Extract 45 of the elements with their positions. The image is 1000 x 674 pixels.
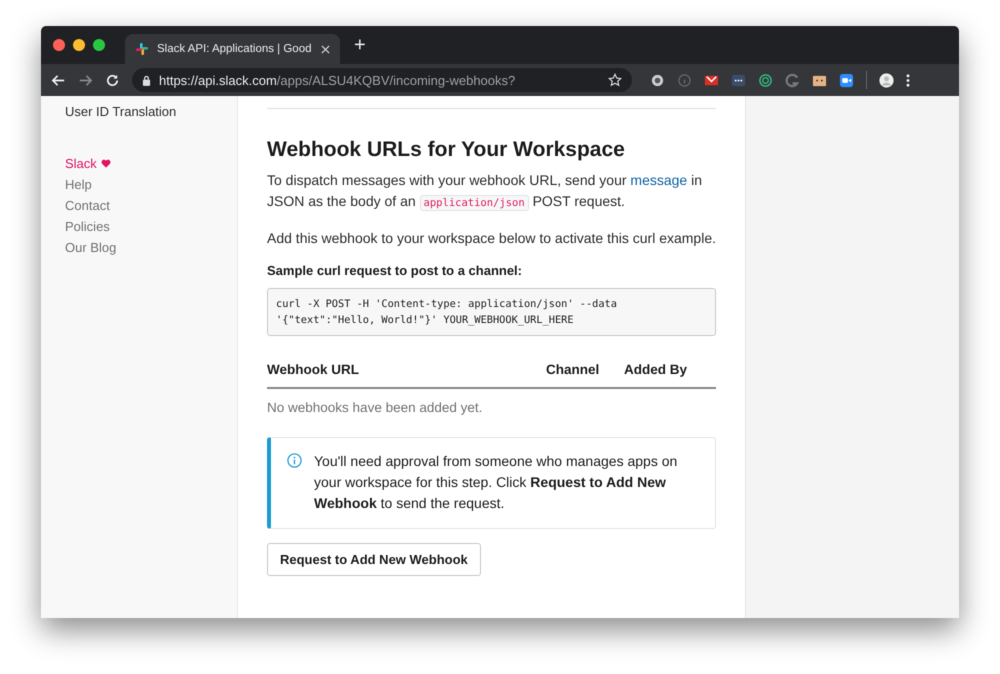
column-header: Added By	[624, 362, 688, 377]
bookmark-star-icon[interactable]	[608, 73, 622, 87]
sidebar-link[interactable]: Policies	[65, 216, 237, 237]
inline-code: application/json	[420, 195, 529, 211]
slack-link[interactable]: Slack	[65, 153, 237, 174]
column-header: Webhook URL	[267, 362, 360, 377]
code-line: '{"text":"Hello, World!"}' YOUR_WEBHOOK_URL_HERE	[276, 313, 575, 328]
column-header: Channel	[546, 362, 600, 377]
section-heading: Webhook URLs for Your Workspace	[267, 138, 626, 162]
menu-icon[interactable]	[906, 72, 910, 88]
browser-tab[interactable]: Slack API: Applications | Good	[125, 34, 340, 64]
slack-logo-icon	[135, 42, 149, 56]
url-host: https://api.slack.com	[159, 72, 277, 88]
maximize-window-button[interactable]	[93, 39, 105, 51]
close-tab-icon[interactable]	[321, 44, 330, 54]
info-text: You'll need approval from someone who manages apps on your workspace for this step. Click Request to Add New Webhook to send the request.	[314, 452, 678, 513]
sidebar-link[interactable]: Help	[65, 174, 237, 195]
url-path: /apps/ALSU4KQBV/incoming-webhooks?	[276, 72, 516, 88]
tab-title: Slack API: Applications | Good	[157, 43, 312, 55]
message-link[interactable]: message	[630, 172, 688, 188]
address-bar[interactable]: https://api.slack.com/apps/ALSU4KQBV/incoming-webhooks?	[132, 68, 632, 92]
intro-paragraph: To dispatch messages with your webhook URL, send your message in JSON as the body of an application/json POST request.	[267, 171, 704, 213]
lock-icon	[142, 74, 151, 86]
note-paragraph: Add this webhook to your workspace below to activate this curl example.	[267, 229, 716, 248]
dots-square-icon[interactable]	[731, 72, 746, 88]
close-window-button[interactable]	[53, 39, 65, 51]
sidebar-link[interactable]: User ID Translation	[65, 101, 237, 122]
request-webhook-button[interactable]: Request to Add New Webhook	[267, 543, 481, 576]
sample-label: Sample curl request to post to a channel:	[267, 263, 523, 278]
new-tab-button[interactable]: +	[354, 34, 366, 56]
video-camera-icon[interactable]	[839, 72, 854, 88]
forward-icon[interactable]	[78, 72, 93, 88]
code-line: curl -X POST -H 'Content-type: application/json' --data	[276, 297, 618, 312]
g-letter-icon[interactable]	[785, 72, 800, 88]
target-ring-icon[interactable]	[758, 72, 773, 88]
sidebar-link[interactable]: Our Blog	[65, 237, 237, 258]
minimize-window-button[interactable]	[73, 39, 85, 51]
empty-message: No webhooks have been added yet.	[267, 400, 484, 415]
extension-circle-icon[interactable]	[650, 72, 665, 88]
sidebar-link[interactable]: Contact	[65, 195, 237, 216]
back-icon[interactable]	[51, 72, 66, 88]
heart-icon	[100, 159, 111, 168]
avatar-icon[interactable]	[879, 72, 894, 88]
reload-icon[interactable]	[105, 72, 120, 88]
info-icon	[287, 453, 302, 468]
